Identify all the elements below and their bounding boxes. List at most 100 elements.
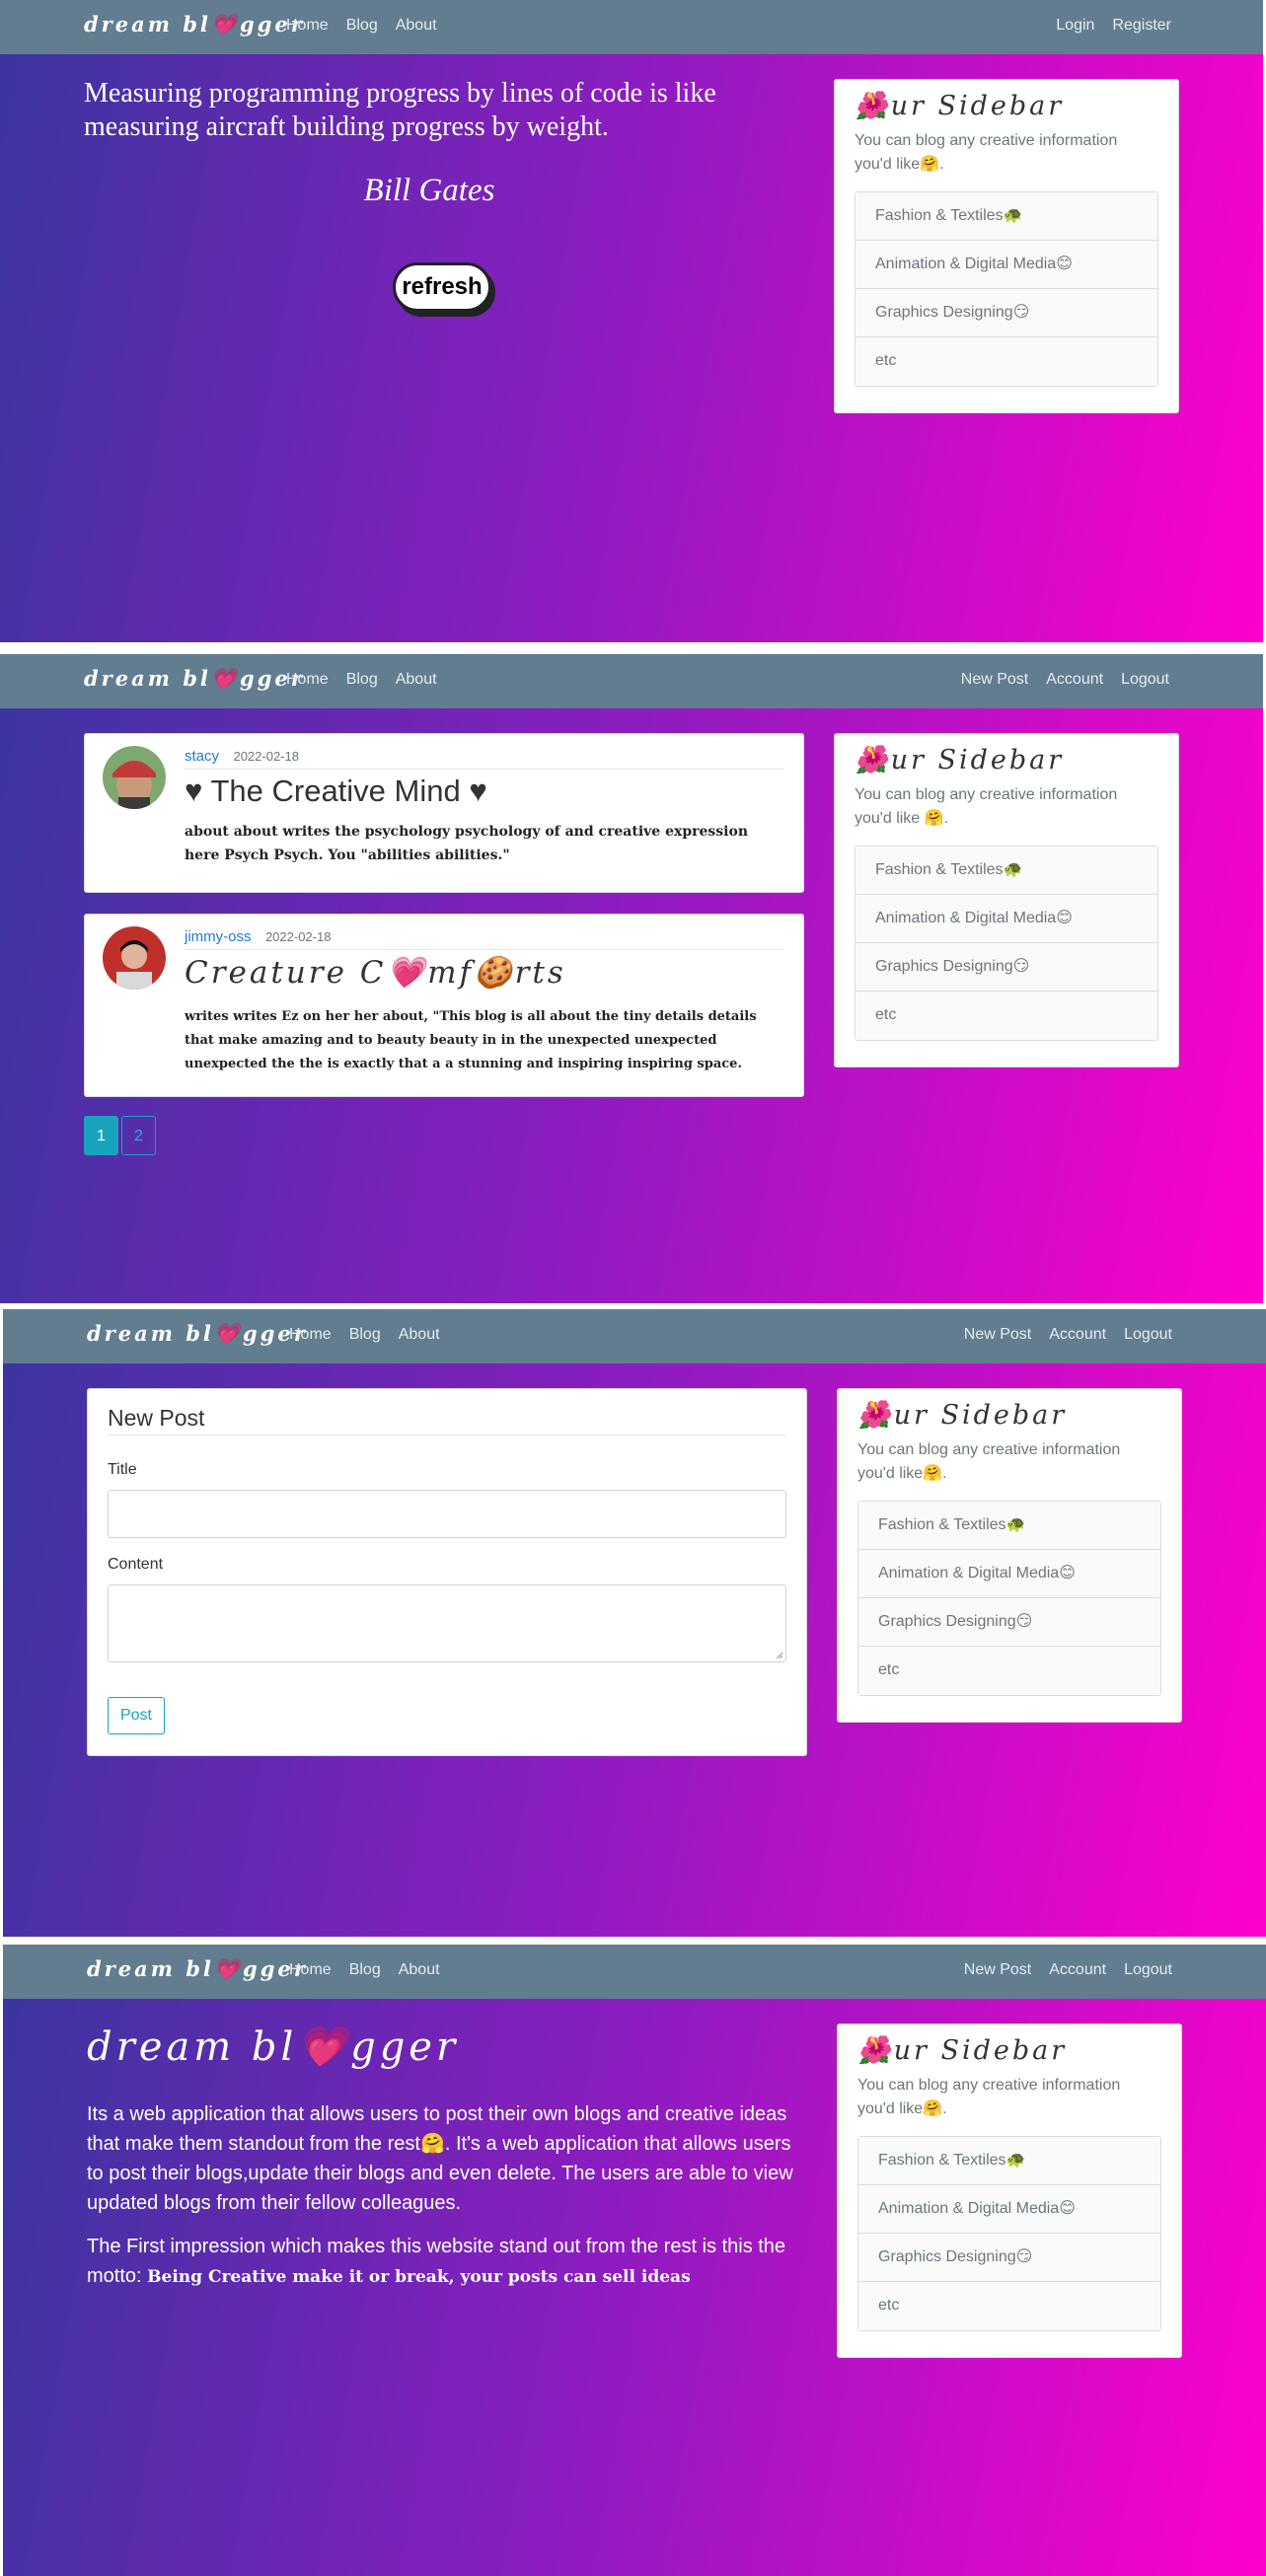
navbar: dream bl💗gger Home Blog About New Post A… <box>3 1945 1266 1999</box>
sidebar-title: 🌺ur Sidebar <box>857 2035 1068 2066</box>
nav-account-link[interactable]: Account <box>1049 1326 1106 1344</box>
pagination: 1 2 <box>84 1116 156 1155</box>
post-author-link[interactable]: stacy <box>185 748 219 765</box>
sidebar-list: Fashion & Textiles🐢 Animation & Digital … <box>857 2136 1161 2331</box>
sidebar-list: Fashion & Textiles🐢 Animation & Digital … <box>855 191 1158 387</box>
nav-new-post-link[interactable]: New Post <box>964 1326 1031 1344</box>
nav-new-post-link[interactable]: New Post <box>961 671 1028 689</box>
post-date: 2022-02-18 <box>233 749 299 764</box>
nav-logout-link[interactable]: Logout <box>1124 1326 1172 1344</box>
content-label: Content <box>108 1556 164 1573</box>
form-title: New Post <box>108 1405 786 1435</box>
nav-account-link[interactable]: Account <box>1046 671 1103 689</box>
nav-logout-link[interactable]: Logout <box>1124 1961 1172 1979</box>
resize-handle-icon[interactable] <box>776 1652 783 1659</box>
motto-text: Being Creative make it or break, your po… <box>147 2267 691 2287</box>
avatar <box>103 746 166 809</box>
refresh-button[interactable]: refresh <box>393 262 491 312</box>
post-body: writes writes Ez on her her about, "This… <box>185 1009 757 1071</box>
nav-home-link[interactable]: Home <box>289 1961 332 1979</box>
brand-logo[interactable]: dream bl💗gger <box>87 1321 308 1347</box>
about-title: dream bl💗gger <box>87 2024 460 2070</box>
avatar <box>103 926 166 990</box>
brand-logo[interactable]: dream bl💗gger <box>87 1956 308 1982</box>
sidebar-item-animation[interactable]: Animation & Digital Media😊 <box>856 241 1157 289</box>
nav-account-links: New Post Account Logout <box>961 671 1169 689</box>
post-card: stacy 2022-02-18 ♥ The Creative Mind ♥ a… <box>84 733 804 893</box>
navbar: dream bl💗gger Home Blog About Login Regi… <box>0 0 1263 54</box>
post-author-link[interactable]: jimmy-oss <box>185 928 252 945</box>
post-card: jimmy-oss 2022-02-18 Creature C💗mf🍪rts w… <box>84 914 804 1097</box>
nav-account-links: New Post Account Logout <box>964 1961 1172 1979</box>
sidebar-item-etc[interactable]: etc <box>856 337 1157 386</box>
sidebar-item-animation[interactable]: Animation & Digital Media😊 <box>858 1550 1160 1598</box>
nav-register-link[interactable]: Register <box>1112 17 1171 35</box>
nav-links: Home Blog About <box>286 17 437 35</box>
sidebar-item-fashion[interactable]: Fashion & Textiles🐢 <box>856 192 1157 241</box>
sidebar-item-fashion[interactable]: Fashion & Textiles🐢 <box>858 1502 1160 1550</box>
post-title[interactable]: ♥ The Creative Mind ♥ <box>185 773 487 809</box>
sidebar-title: 🌺ur Sidebar <box>855 91 1065 121</box>
nav-home-link[interactable]: Home <box>289 1326 332 1344</box>
sidebar-item-animation[interactable]: Animation & Digital Media😊 <box>856 895 1157 943</box>
sidebar: 🌺ur Sidebar You can blog any creative in… <box>834 79 1179 413</box>
sidebar-item-animation[interactable]: Animation & Digital Media😊 <box>858 2185 1160 2234</box>
new-post-screen: dream bl💗gger Home Blog About New Post A… <box>3 1309 1266 1937</box>
nav-new-post-link[interactable]: New Post <box>964 1961 1031 1979</box>
nav-home-link[interactable]: Home <box>286 17 329 35</box>
nav-account-links: New Post Account Logout <box>964 1326 1172 1344</box>
sidebar-item-graphics[interactable]: Graphics Designing😏 <box>856 943 1157 992</box>
page-2-button[interactable]: 2 <box>121 1116 156 1155</box>
sidebar-title: 🌺ur Sidebar <box>855 745 1065 775</box>
post-meta: stacy 2022-02-18 <box>185 748 783 770</box>
nav-about-link[interactable]: About <box>399 1326 440 1344</box>
nav-home-link[interactable]: Home <box>286 671 329 689</box>
sidebar-item-etc[interactable]: etc <box>858 1647 1160 1695</box>
sidebar-list: Fashion & Textiles🐢 Animation & Digital … <box>857 1501 1161 1696</box>
nav-blog-link[interactable]: Blog <box>346 671 378 689</box>
sidebar: 🌺ur Sidebar You can blog any creative in… <box>837 1388 1182 1723</box>
post-submit-button[interactable]: Post <box>108 1697 165 1734</box>
sidebar-text: You can blog any creative information yo… <box>855 132 1118 173</box>
sidebar-item-graphics[interactable]: Graphics Designing😏 <box>858 1598 1160 1647</box>
nav-links: Home Blog About <box>286 671 437 689</box>
post-body: about about writes the psychology psycho… <box>185 824 748 863</box>
nav-links: Home Blog About <box>289 1961 440 1979</box>
sidebar-item-graphics[interactable]: Graphics Designing😏 <box>856 289 1157 337</box>
about-description: Its a web application that allows users … <box>87 2103 793 2214</box>
post-title[interactable]: Creature C💗mf🍪rts <box>185 954 566 991</box>
sidebar-item-fashion[interactable]: Fashion & Textiles🐢 <box>856 846 1157 895</box>
post-meta: jimmy-oss 2022-02-18 <box>185 928 783 950</box>
sidebar: 🌺ur Sidebar You can blog any creative in… <box>834 733 1179 1067</box>
sidebar-item-etc[interactable]: etc <box>858 2282 1160 2330</box>
sidebar-item-fashion[interactable]: Fashion & Textiles🐢 <box>858 2137 1160 2185</box>
nav-account-link[interactable]: Account <box>1049 1961 1106 1979</box>
sidebar-text: You can blog any creative information yo… <box>855 786 1118 827</box>
post-date: 2022-02-18 <box>264 929 332 944</box>
sidebar: 🌺ur Sidebar You can blog any creative in… <box>837 2024 1182 2358</box>
brand-logo[interactable]: dream bl💗gger <box>84 666 305 692</box>
nav-about-link[interactable]: About <box>396 17 437 35</box>
nav-login-link[interactable]: Login <box>1056 17 1094 35</box>
nav-blog-link[interactable]: Blog <box>346 17 378 35</box>
content-textarea[interactable] <box>108 1584 786 1662</box>
quote-text: Measuring programming progress by lines … <box>84 78 716 142</box>
home-screen: dream bl💗gger Home Blog About Login Regi… <box>0 0 1263 642</box>
sidebar-item-etc[interactable]: etc <box>856 992 1157 1040</box>
nav-links: Home Blog About <box>289 1326 440 1344</box>
about-screen: dream bl💗gger Home Blog About New Post A… <box>3 1945 1266 2576</box>
title-input[interactable] <box>108 1490 786 1538</box>
nav-logout-link[interactable]: Logout <box>1121 671 1169 689</box>
navbar: dream bl💗gger Home Blog About New Post A… <box>3 1309 1266 1363</box>
nav-blog-link[interactable]: Blog <box>349 1961 381 1979</box>
page-1-button[interactable]: 1 <box>84 1116 118 1155</box>
new-post-form: New Post Title Content Post <box>87 1388 807 1756</box>
nav-about-link[interactable]: About <box>399 1961 440 1979</box>
sidebar-list: Fashion & Textiles🐢 Animation & Digital … <box>855 846 1158 1041</box>
sidebar-item-graphics[interactable]: Graphics Designing😏 <box>858 2234 1160 2282</box>
nav-blog-link[interactable]: Blog <box>349 1326 381 1344</box>
about-motto-paragraph: The First impression which makes this we… <box>87 2232 812 2292</box>
quote-author: Bill Gates <box>363 173 495 208</box>
brand-logo[interactable]: dream bl💗gger <box>84 12 305 37</box>
nav-about-link[interactable]: About <box>396 671 437 689</box>
